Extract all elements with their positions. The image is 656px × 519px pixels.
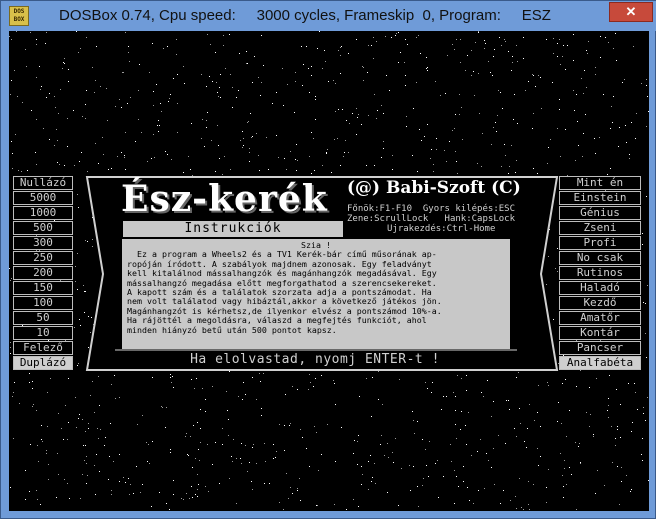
instructions-label: Instrukciók: [123, 221, 343, 237]
dos-screen[interactable]: Nullázó 5000 1000 500 300 250 200 150 100 50 10 Fel…: [9, 31, 649, 511]
dosbox-app-icon[interactable]: DOS BOX: [9, 6, 29, 26]
restart-key-text: Ujrakezdés:Ctrl-Home: [387, 224, 496, 234]
icon-text-1: DOS: [13, 8, 25, 15]
copyright-text: (@) Babi-Szoft (C): [347, 178, 521, 198]
enter-prompt: Ha elolvastad, nyomj ENTER-t !: [190, 352, 440, 367]
instructions-textbox: Szia ! Ez a program a Wheels2 és a TV1 K…: [122, 239, 510, 349]
music-key-text: Zene:ScrullLock: [347, 214, 429, 224]
textbox-line: minden hiányzó betű után 500 pontot kaps…: [127, 324, 337, 335]
sound-key-text: Hank:CapsLock: [444, 214, 515, 224]
icon-text-2: BOX: [13, 16, 25, 23]
window-title: DOSBox 0.74, Cpu speed: 3000 cycles, Fra…: [59, 7, 551, 24]
title-bar[interactable]: DOS BOX DOSBox 0.74, Cpu speed: 3000 cycl…: [1, 1, 656, 31]
quit-key-text: Gyors kilépés:ESC: [422, 204, 515, 214]
close-button[interactable]: ✕: [609, 2, 653, 22]
dosbox-window: DOS BOX DOSBox 0.74, Cpu speed: 3000 cycl…: [0, 0, 656, 519]
game-logo: Ész-kerék: [121, 178, 328, 220]
boss-key-text: Főnök:F1-F10: [347, 204, 413, 214]
